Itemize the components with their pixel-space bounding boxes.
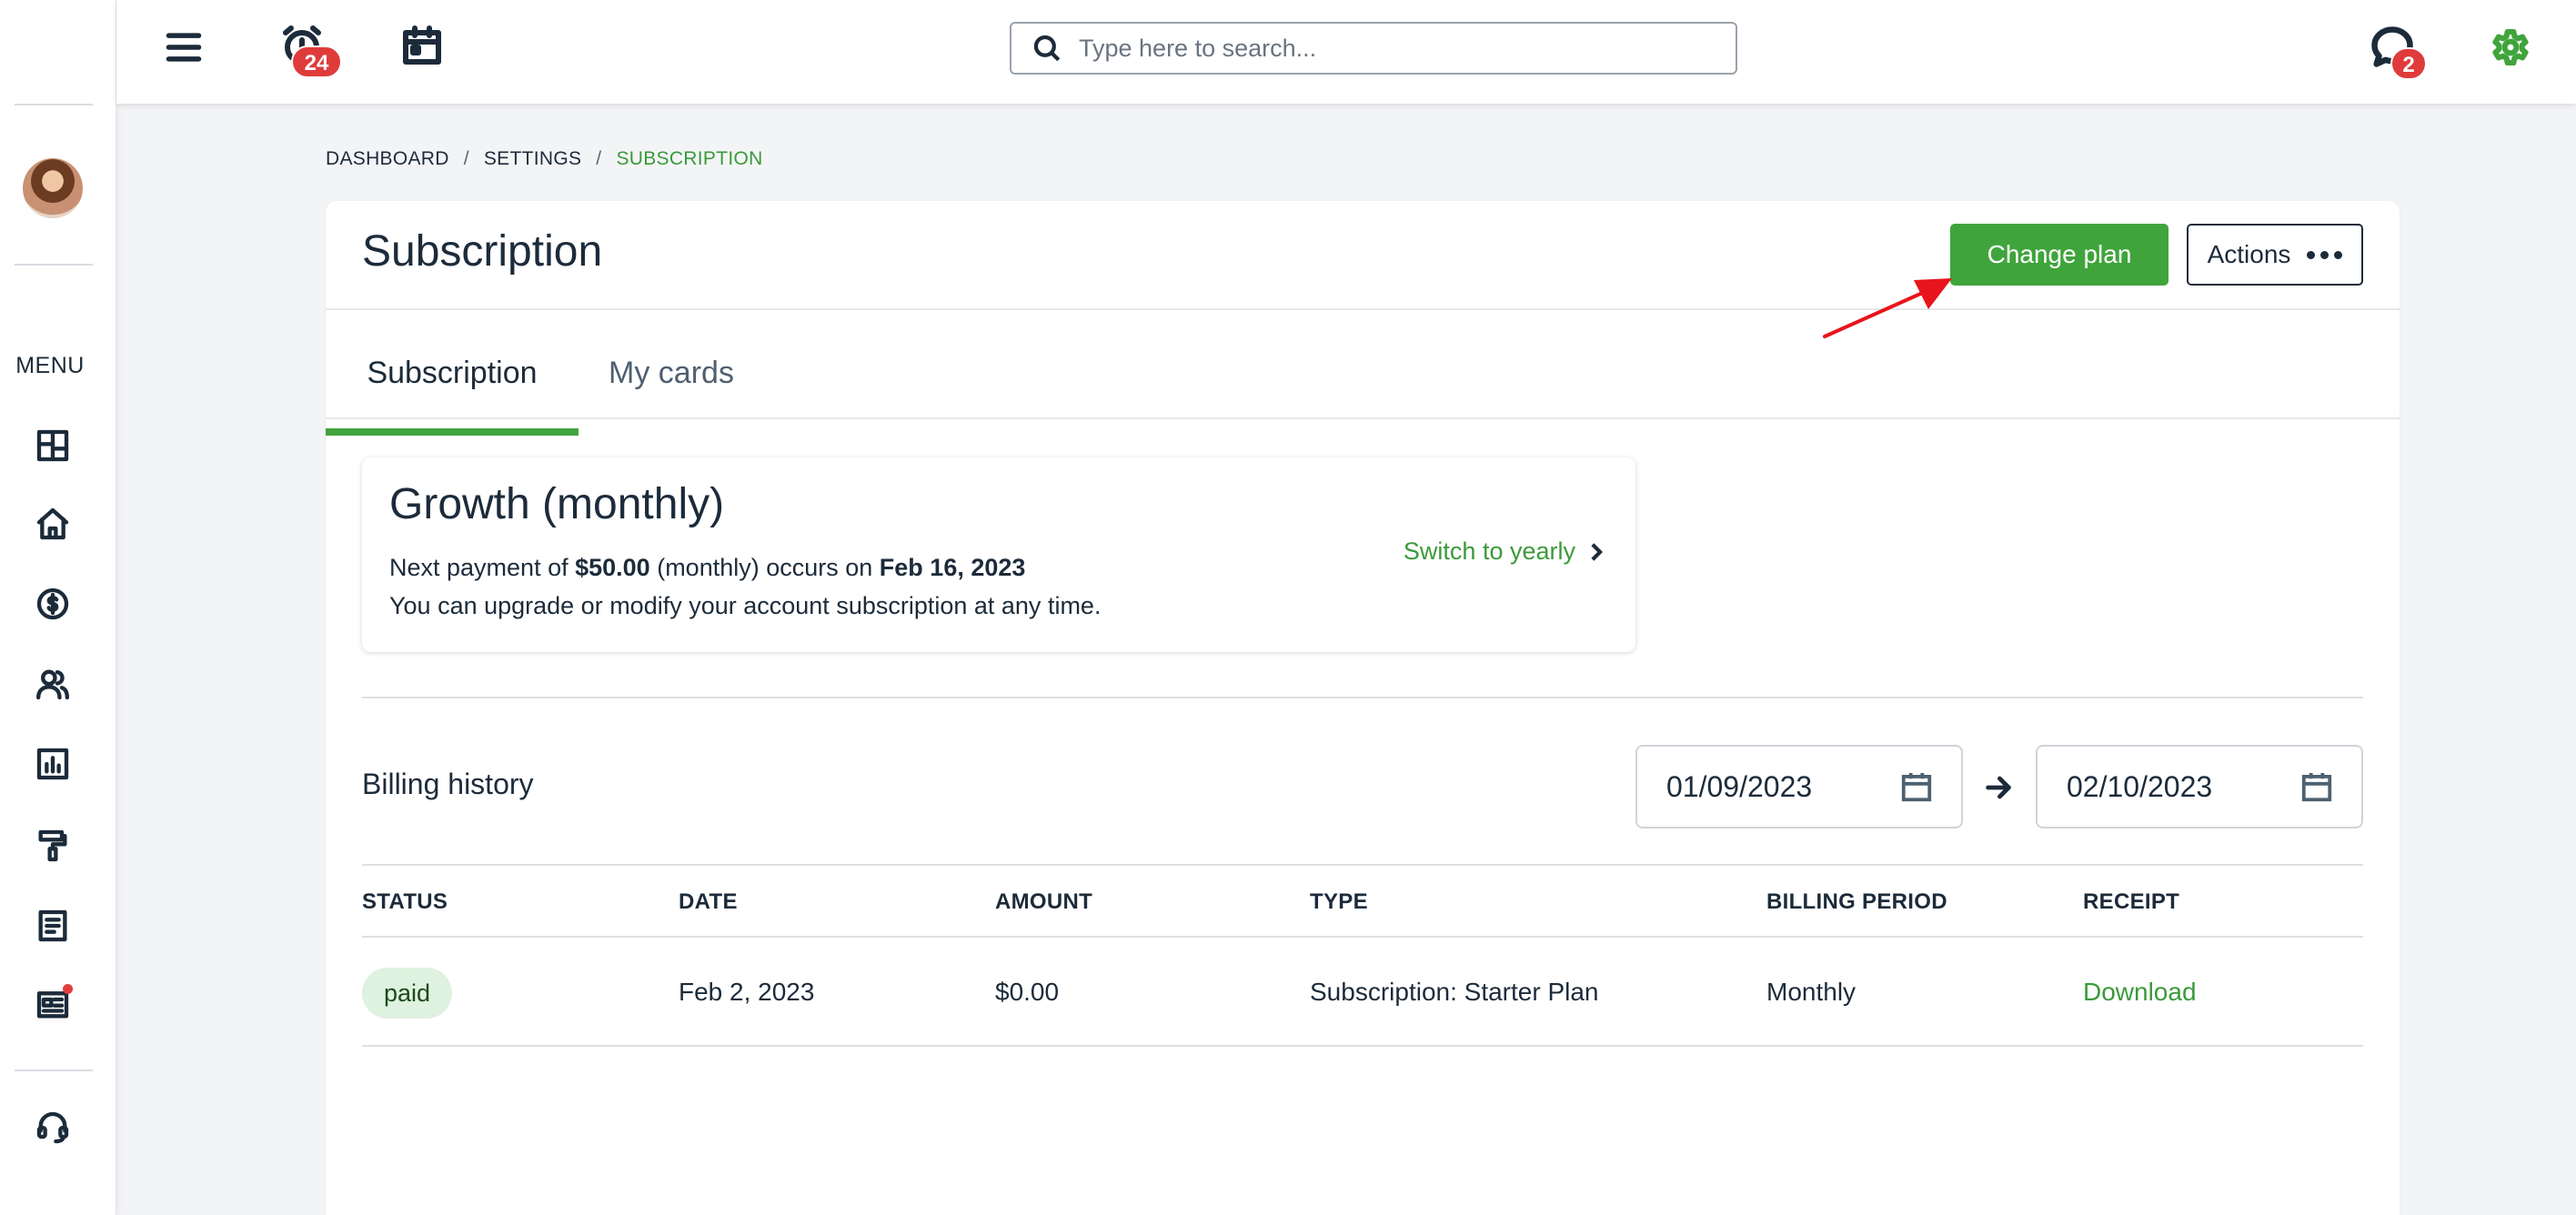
search-icon — [1033, 35, 1061, 62]
actions-label: Actions — [2207, 240, 2291, 268]
sidebar-item-users[interactable] — [31, 662, 75, 706]
menu-label: MENU — [15, 353, 85, 378]
sidebar-divider — [15, 104, 93, 105]
sidebar-divider — [15, 264, 93, 266]
settings-button[interactable] — [2489, 25, 2532, 74]
alarm-count-badge: 24 — [291, 45, 342, 78]
tabs-divider — [326, 417, 2400, 419]
chat-button[interactable]: 2 — [2369, 24, 2427, 80]
headset-icon — [36, 1111, 69, 1144]
actions-button[interactable]: Actions — [2187, 224, 2363, 286]
status-badge: paid — [362, 968, 453, 1019]
search-input[interactable] — [1079, 34, 1716, 63]
table-bottom-divider — [362, 1045, 2363, 1047]
switch-to-yearly-label: Switch to yearly — [1403, 537, 1575, 565]
more-dots-icon — [2307, 250, 2343, 259]
date-from-value: 01/09/2023 — [1666, 769, 1813, 803]
column-header-amount: AMOUNT — [995, 889, 1093, 914]
payment-amount: $50.00 — [575, 554, 650, 581]
breadcrumb-settings[interactable]: SETTINGS — [484, 148, 581, 170]
date-to-field[interactable]: 02/10/2023 — [2036, 745, 2363, 828]
column-header-type: TYPE — [1310, 889, 1368, 914]
column-header-date: DATE — [679, 889, 738, 914]
subscription-card: Subscription Change plan Actions Subscri… — [326, 201, 2400, 1215]
sidebar-divider — [15, 1069, 93, 1071]
payment-period-text: (monthly) occurs on — [649, 554, 880, 581]
date-from-field[interactable]: 01/09/2023 — [1635, 745, 1963, 828]
sidebar-item-support[interactable] — [31, 1106, 75, 1150]
date-range-arrow — [1983, 772, 2014, 808]
sidebar-item-documents[interactable] — [31, 904, 75, 948]
menu-button[interactable] — [164, 27, 204, 72]
row-type: Subscription: Starter Plan — [1310, 978, 1599, 1006]
sidebar-item-customize[interactable] — [31, 824, 75, 868]
column-header-status: STATUS — [362, 889, 448, 914]
calendar-button[interactable] — [400, 24, 444, 72]
chevron-right-icon — [1591, 542, 1604, 561]
sidebar: MENU — [0, 0, 116, 1215]
change-plan-button[interactable]: Change plan — [1950, 224, 2168, 286]
next-payment-prefix: Next payment of — [389, 554, 576, 581]
row-billing-period: Monthly — [1766, 978, 1857, 1006]
sidebar-item-news[interactable] — [31, 982, 75, 1026]
download-receipt-link[interactable]: Download — [2083, 978, 2197, 1007]
dollar-circle-icon — [36, 587, 69, 620]
breadcrumb-dashboard[interactable]: DASHBOARD — [326, 148, 449, 170]
section-divider — [362, 697, 2363, 698]
payment-date: Feb 16, 2023 — [879, 554, 1026, 581]
sidebar-item-home[interactable] — [31, 502, 75, 546]
hamburger-icon — [166, 33, 202, 62]
next-payment-text: Next payment of $50.00 (monthly) occurs … — [389, 554, 1025, 582]
layout-grid-icon — [36, 429, 69, 462]
plan-name: Growth (monthly) — [389, 480, 725, 528]
date-to-value: 02/10/2023 — [2067, 769, 2213, 803]
bar-chart-icon — [36, 748, 69, 780]
switch-to-yearly-link[interactable]: Switch to yearly — [1404, 537, 1605, 566]
alarm-button[interactable]: 24 — [280, 24, 342, 78]
table-top-divider — [362, 864, 2363, 866]
avatar[interactable] — [23, 158, 83, 218]
plan-description: You can upgrade or modify your account s… — [389, 592, 1102, 619]
annotation-arrow — [1823, 278, 1952, 338]
top-bar: 24 2 — [116, 0, 2576, 104]
chat-count-badge: 2 — [2390, 47, 2427, 80]
table-header-divider — [362, 936, 2363, 938]
breadcrumb: DASHBOARD / SETTINGS / SUBSCRIPTION — [326, 148, 763, 170]
notification-dot — [63, 984, 73, 994]
paint-roller-icon — [38, 829, 67, 862]
arrow-right-icon — [1986, 776, 2011, 799]
column-header-billing-period: BILLING PERIOD — [1766, 889, 1947, 914]
calendar-icon — [403, 25, 441, 65]
calendar-icon — [1901, 772, 1932, 802]
page-title: Subscription — [362, 227, 603, 276]
breadcrumb-separator: / — [596, 148, 602, 169]
column-header-receipt: RECEIPT — [2083, 889, 2180, 914]
sidebar-item-reports[interactable] — [31, 742, 75, 786]
sidebar-item-payments[interactable] — [31, 582, 75, 626]
document-icon — [38, 909, 67, 942]
calendar-icon — [2301, 772, 2332, 802]
breadcrumb-subscription: SUBSCRIPTION — [616, 148, 763, 169]
sidebar-item-dashboard[interactable] — [31, 424, 75, 467]
row-date: Feb 2, 2023 — [679, 978, 815, 1006]
users-icon — [36, 669, 70, 700]
gear-icon — [2492, 29, 2529, 65]
current-plan-panel: Growth (monthly) Next payment of $50.00 … — [362, 457, 1635, 652]
row-amount: $0.00 — [995, 978, 1060, 1006]
home-icon — [36, 507, 69, 540]
billing-history-title: Billing history — [362, 768, 534, 800]
breadcrumb-separator: / — [463, 148, 469, 169]
search-bar[interactable] — [1010, 22, 1737, 75]
